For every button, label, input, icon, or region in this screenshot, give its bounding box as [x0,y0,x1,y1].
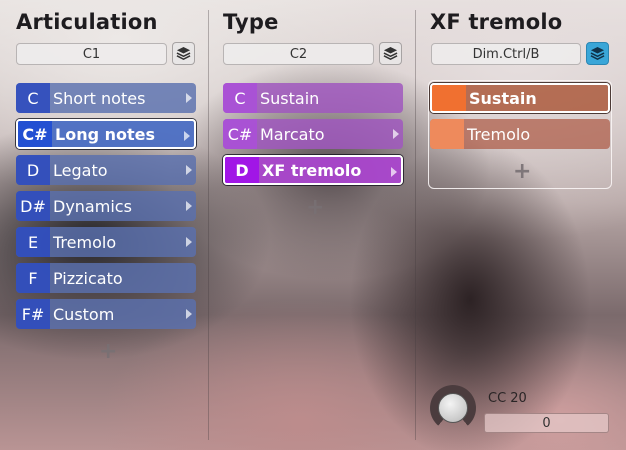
list-item[interactable]: C Sustain [223,83,403,113]
list-item-selected[interactable]: C# Long notes [16,119,196,149]
item-label: Legato [53,160,108,180]
articulation-stack-button[interactable] [172,42,195,65]
layer-color-swatch [430,119,464,149]
cc-label: CC 20 [488,391,527,406]
xf-list: Sustain Tremolo [430,83,610,155]
articulation-column: Articulation C1 C Short notes C# Long no… [0,0,207,450]
item-label: Tremolo [467,124,531,144]
item-label: Pizzicato [53,268,123,288]
list-item[interactable]: F Pizzicato [16,263,196,293]
note-name: F [16,263,50,293]
chevron-right-icon[interactable] [184,131,190,141]
list-item-selected[interactable]: Sustain [430,83,610,113]
item-label: Sustain [260,88,320,108]
knob-icon[interactable] [430,385,476,431]
note-name: E [16,227,50,257]
note-name: C [223,83,257,113]
knob-cap[interactable] [438,393,468,423]
note-name: C# [18,121,52,147]
chevron-right-icon[interactable] [391,167,397,177]
articulation-title: Articulation [16,10,158,34]
chevron-right-icon[interactable] [186,309,192,319]
articulation-list: C Short notes C# Long notes D Legato D# … [16,83,196,335]
item-label: Tremolo [53,232,117,252]
note-name: C# [223,119,257,149]
type-title: Type [223,10,279,34]
item-label: XF tremolo [262,160,362,180]
layers-icon [176,46,191,60]
chevron-right-icon[interactable] [186,165,192,175]
item-label: Short notes [53,88,146,108]
list-item[interactable]: C Short notes [16,83,196,113]
layers-icon [590,46,605,60]
add-articulation-button[interactable]: + [99,341,117,363]
type-list: C Sustain C# Marcato D XF tremolo [223,83,403,191]
add-type-button[interactable]: + [306,197,324,219]
chevron-right-icon[interactable] [393,129,399,139]
xf-selector[interactable]: Dim.Ctrl/B [431,43,581,65]
list-item[interactable]: C# Marcato [223,119,403,149]
item-label: Sustain [469,88,537,108]
note-name: D [16,155,50,185]
list-item[interactable]: F# Custom [16,299,196,329]
item-label: Marcato [260,124,325,144]
xf-stack-button[interactable] [586,42,609,65]
cc-value-field[interactable]: 0 [484,413,609,433]
articulation-selector[interactable]: C1 [16,43,167,65]
chevron-right-icon[interactable] [186,93,192,103]
list-item[interactable]: D Legato [16,155,196,185]
xf-column: XF tremolo Dim.Ctrl/B [414,0,626,450]
xf-title: XF tremolo [430,10,563,34]
type-stack-button[interactable] [379,42,402,65]
item-label: Custom [53,304,115,324]
add-layer-button[interactable]: + [513,161,531,183]
item-label: Dynamics [53,196,132,216]
chevron-right-icon[interactable] [186,237,192,247]
note-name: C [16,83,50,113]
item-label: Long notes [55,124,156,144]
list-item[interactable]: E Tremolo [16,227,196,257]
layer-color-swatch [432,85,466,111]
list-item[interactable]: Tremolo [430,119,610,149]
type-column: Type C2 C Sustain C# Marcato D XF tremol… [207,0,414,450]
layers-icon [383,46,398,60]
chevron-right-icon[interactable] [186,201,192,211]
note-name: F# [16,299,50,329]
note-name: D [225,157,259,183]
list-item-selected[interactable]: D XF tremolo [223,155,403,185]
list-item[interactable]: D# Dynamics [16,191,196,221]
type-selector[interactable]: C2 [223,43,374,65]
note-name: D# [16,191,50,221]
